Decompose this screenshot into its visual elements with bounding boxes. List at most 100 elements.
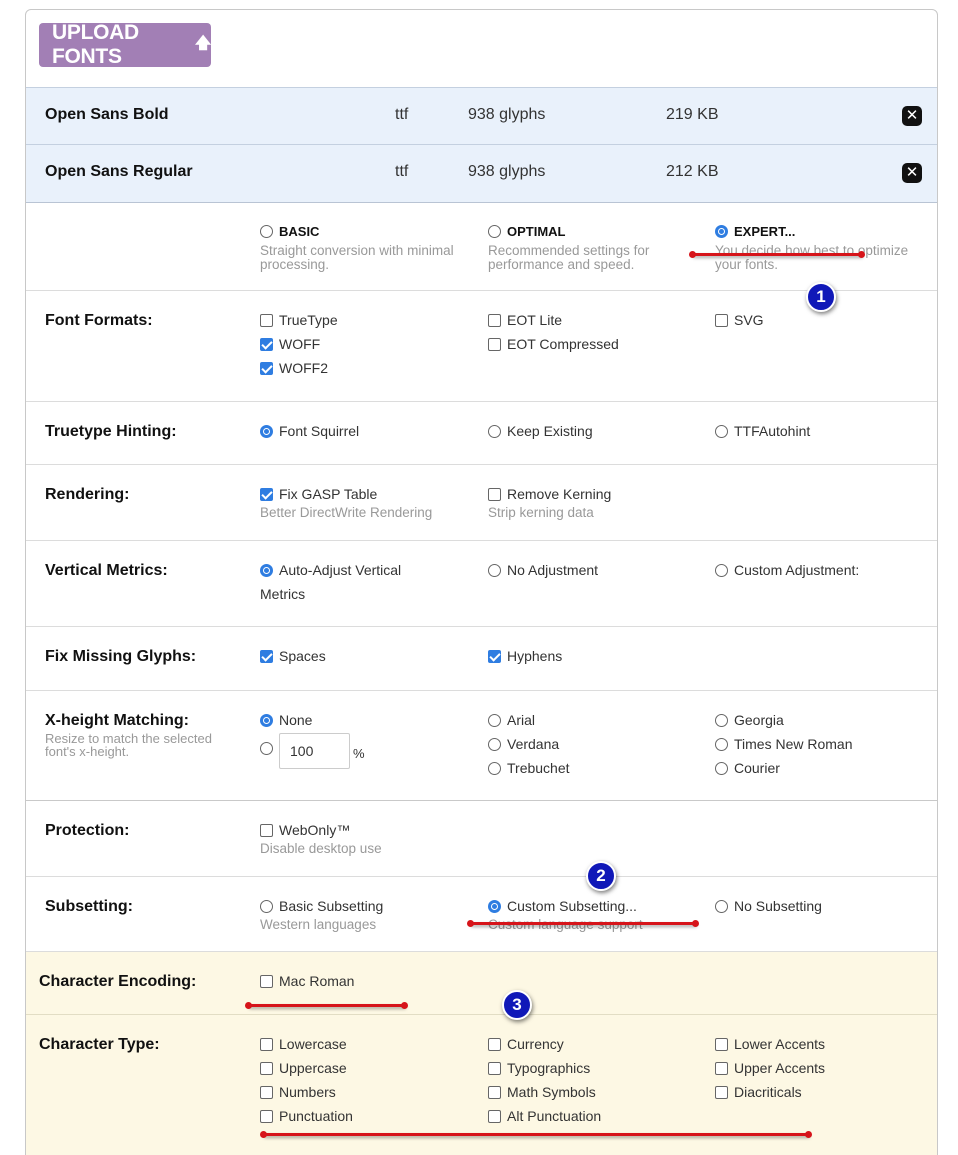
fix-hyphens[interactable]: Hyphens (488, 648, 562, 664)
hyphens-checkbox[interactable] (488, 649, 501, 663)
xheight-courier[interactable]: Courier (715, 760, 780, 776)
xheight-arial[interactable]: Arial (488, 712, 535, 728)
file-size: 219 KB (666, 106, 719, 123)
custom-adjustment-radio[interactable] (715, 563, 728, 577)
basic-subsetting-radio[interactable] (260, 899, 273, 913)
currency-checkbox[interactable] (488, 1037, 501, 1051)
char-lower-accents[interactable]: Lower Accents (715, 1036, 825, 1052)
auto-adjust-vertical[interactable]: Auto-Adjust Vertical (260, 562, 401, 578)
mode-expert-radio[interactable] (715, 225, 728, 238)
math-symbols-checkbox[interactable] (488, 1085, 501, 1099)
char-typographics[interactable]: Typographics (488, 1060, 590, 1076)
truetype-checkbox[interactable] (260, 313, 273, 327)
xheight-percent[interactable] (260, 742, 279, 755)
hinting-keep-existing[interactable]: Keep Existing (488, 423, 593, 439)
char-uppercase[interactable]: Uppercase (260, 1060, 347, 1076)
char-diacriticals[interactable]: Diacriticals (715, 1084, 802, 1100)
currency-label: Currency (507, 1036, 564, 1052)
xheight-percent-radio[interactable] (260, 742, 273, 755)
webonly-option[interactable]: WebOnly™ (260, 822, 350, 838)
close-icon[interactable]: ✕ (902, 163, 922, 183)
spaces-checkbox[interactable] (260, 649, 273, 663)
char-lowercase[interactable]: Lowercase (260, 1036, 347, 1052)
format-woff2[interactable]: WOFF2 (260, 360, 328, 376)
woff-checkbox[interactable] (260, 337, 273, 351)
file-glyphs: 938 glyphs (468, 163, 546, 180)
format-eot-compressed[interactable]: EOT Compressed (488, 336, 619, 352)
mac-roman-checkbox[interactable] (260, 974, 273, 988)
char-math-symbols[interactable]: Math Symbols (488, 1084, 596, 1100)
divider (26, 800, 937, 801)
arial-radio[interactable] (488, 713, 501, 727)
xheight-times[interactable]: Times New Roman (715, 736, 853, 752)
auto-adjust-radio[interactable] (260, 563, 273, 577)
divider (26, 464, 937, 465)
fix-gasp-checkbox[interactable] (260, 487, 273, 501)
xheight-verdana[interactable]: Verdana (488, 736, 559, 752)
hinting-font-squirrel[interactable]: Font Squirrel (260, 423, 359, 439)
format-eot-lite[interactable]: EOT Lite (488, 312, 562, 328)
mode-basic-radio[interactable] (260, 225, 273, 238)
svg-checkbox[interactable] (715, 313, 728, 327)
basic-subsetting-label: Basic Subsetting (279, 898, 384, 914)
fix-spaces[interactable]: Spaces (260, 648, 326, 664)
no-subsetting[interactable]: No Subsetting (715, 898, 822, 914)
fix-gasp-table[interactable]: Fix GASP Table (260, 486, 377, 502)
numbers-checkbox[interactable] (260, 1085, 273, 1099)
close-icon[interactable]: ✕ (902, 106, 922, 126)
remove-kerning[interactable]: Remove Kerning (488, 486, 611, 502)
hinting-ttfautohint[interactable]: TTFAutohint (715, 423, 810, 439)
mode-optimal-radio[interactable] (488, 225, 501, 238)
courier-radio[interactable] (715, 761, 728, 775)
basic-subsetting[interactable]: Basic Subsetting (260, 898, 383, 914)
format-woff[interactable]: WOFF (260, 336, 320, 352)
char-punctuation[interactable]: Punctuation (260, 1108, 353, 1124)
upper-accents-checkbox[interactable] (715, 1061, 728, 1075)
xheight-trebuchet[interactable]: Trebuchet (488, 760, 570, 776)
mode-basic[interactable]: BASIC (260, 224, 319, 239)
punctuation-checkbox[interactable] (260, 1109, 273, 1123)
no-adjustment[interactable]: No Adjustment (488, 562, 598, 578)
xheight-none-radio[interactable] (260, 713, 273, 727)
ttfautohint-radio[interactable] (715, 424, 728, 438)
keep-existing-radio[interactable] (488, 424, 501, 438)
xheight-none[interactable]: None (260, 712, 312, 728)
annotation-badge-2: 2 (586, 861, 616, 891)
char-currency[interactable]: Currency (488, 1036, 564, 1052)
alt-punctuation-checkbox[interactable] (488, 1109, 501, 1123)
verdana-radio[interactable] (488, 737, 501, 751)
format-svg[interactable]: SVG (715, 312, 764, 328)
char-upper-accents[interactable]: Upper Accents (715, 1060, 825, 1076)
eot-compressed-checkbox[interactable] (488, 337, 501, 351)
keep-existing-label: Keep Existing (507, 423, 593, 439)
lower-accents-checkbox[interactable] (715, 1037, 728, 1051)
custom-subsetting-radio[interactable] (488, 899, 501, 913)
missing-glyphs-label: Fix Missing Glyphs: (45, 648, 197, 665)
custom-subsetting[interactable]: Custom Subsetting... (488, 898, 637, 914)
woff2-checkbox[interactable] (260, 361, 273, 375)
upload-fonts-button[interactable]: UPLOAD FONTS 🡅 (39, 21, 211, 68)
mode-optimal[interactable]: OPTIMAL (488, 224, 566, 239)
eot-lite-checkbox[interactable] (488, 313, 501, 327)
uppercase-checkbox[interactable] (260, 1061, 273, 1075)
no-adjustment-radio[interactable] (488, 563, 501, 577)
no-subsetting-radio[interactable] (715, 899, 728, 913)
mac-roman-option[interactable]: Mac Roman (260, 973, 354, 989)
lowercase-checkbox[interactable] (260, 1037, 273, 1051)
georgia-radio[interactable] (715, 713, 728, 727)
custom-adjustment[interactable]: Custom Adjustment: (715, 562, 859, 578)
typographics-checkbox[interactable] (488, 1061, 501, 1075)
xheight-percent-input[interactable]: 100 (279, 733, 350, 769)
times-radio[interactable] (715, 737, 728, 751)
xheight-georgia[interactable]: Georgia (715, 712, 784, 728)
trebuchet-radio[interactable] (488, 761, 501, 775)
mode-expert[interactable]: EXPERT... (715, 224, 795, 239)
format-truetype[interactable]: TrueType (260, 312, 338, 328)
remove-kerning-checkbox[interactable] (488, 487, 501, 501)
diacriticals-checkbox[interactable] (715, 1085, 728, 1099)
char-alt-punctuation[interactable]: Alt Punctuation (488, 1108, 601, 1124)
font-squirrel-radio[interactable] (260, 424, 273, 438)
char-numbers[interactable]: Numbers (260, 1084, 336, 1100)
webonly-checkbox[interactable] (260, 823, 273, 837)
mode-optimal-label: OPTIMAL (507, 224, 566, 239)
